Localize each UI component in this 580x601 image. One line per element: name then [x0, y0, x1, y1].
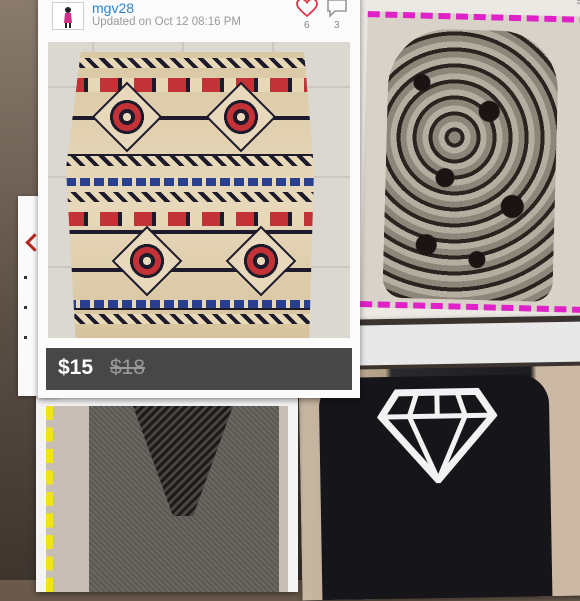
listing-photo[interactable]: [298, 365, 580, 600]
aztec-skirt-image: [66, 52, 314, 338]
heart-icon[interactable]: [296, 0, 318, 18]
listing-photo[interactable]: [46, 406, 288, 592]
pattern-band: [66, 178, 314, 186]
pattern-band: [66, 300, 314, 308]
pattern-band: [66, 78, 314, 92]
like-count: 6: [304, 20, 310, 31]
pattern-band: [66, 212, 314, 226]
diamond-motif: [226, 226, 297, 297]
diamond-motif: [206, 82, 277, 153]
sweater-image: [319, 374, 553, 600]
listing-card-leopard-top[interactable]: 9: [352, 0, 580, 327]
username-link[interactable]: mgv28: [92, 0, 134, 16]
price: $15: [58, 356, 93, 380]
bullet-dot: [24, 306, 27, 309]
avatar[interactable]: [52, 2, 84, 30]
pattern-band: [66, 192, 314, 202]
leopard-top-image: [382, 28, 559, 302]
comment-count: 9: [576, 0, 580, 7]
diamond-motif: [92, 82, 163, 153]
listing-photo[interactable]: [360, 11, 580, 313]
price-bar: $15 $18: [46, 348, 352, 390]
diamond-graphic: [377, 387, 499, 484]
comment-count: 3: [334, 20, 340, 31]
listing-photo[interactable]: [48, 42, 350, 338]
original-price: $18: [110, 356, 145, 380]
pattern-band: [66, 58, 314, 68]
bullet-dot: [24, 336, 27, 339]
pattern-band: [66, 314, 314, 324]
diamond-motif: [112, 226, 183, 297]
listing-card-grey-top[interactable]: [36, 392, 298, 592]
listing-header: mgv28 Updated on Oct 12 08:16 PM 6 3: [38, 0, 360, 36]
comment-icon[interactable]: [326, 0, 348, 18]
pattern-band: [66, 156, 314, 166]
bullet-dot: [24, 276, 27, 279]
updated-timestamp: Updated on Oct 12 08:16 PM: [92, 16, 241, 28]
listing-card-skirt[interactable]: mgv28 Updated on Oct 12 08:16 PM 6 3: [38, 0, 360, 398]
